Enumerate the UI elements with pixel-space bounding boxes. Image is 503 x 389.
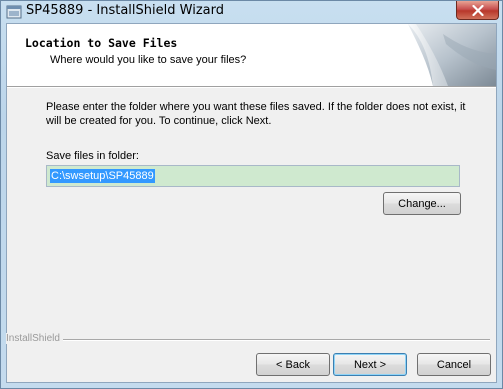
back-button[interactable]: < Back: [256, 353, 330, 376]
close-button[interactable]: [456, 1, 499, 20]
change-button[interactable]: Change...: [383, 192, 461, 215]
next-button[interactable]: Next >: [333, 353, 407, 376]
close-icon: [471, 4, 484, 16]
page-title: Location to Save Files: [25, 36, 178, 50]
title-bar[interactable]: SP45889 - InstallShield Wizard: [1, 1, 502, 23]
separator-line: [7, 339, 490, 341]
save-folder-label: Save files in folder:: [46, 150, 139, 162]
save-folder-input[interactable]: C:\swsetup\SP45889: [46, 165, 460, 187]
wizard-client-area: Location to Save Files Where would you l…: [6, 23, 497, 383]
page-subtitle: Where would you like to save your files?: [50, 54, 247, 66]
cancel-button[interactable]: Cancel: [417, 353, 491, 376]
wizard-header: Location to Save Files Where would you l…: [7, 24, 496, 87]
save-folder-value[interactable]: C:\swsetup\SP45889: [50, 169, 155, 183]
wizard-page-curl-graphic: [408, 24, 496, 86]
installshield-brand-label: InstallShield: [6, 333, 63, 344]
installshield-brand-separator: InstallShield: [6, 333, 496, 345]
instruction-text: Please enter the folder where you want t…: [46, 101, 466, 127]
installshield-app-icon: [6, 5, 22, 19]
installshield-wizard-window: SP45889 - InstallShield Wizard Location …: [0, 0, 503, 389]
window-title: SP45889 - InstallShield Wizard: [26, 3, 224, 18]
